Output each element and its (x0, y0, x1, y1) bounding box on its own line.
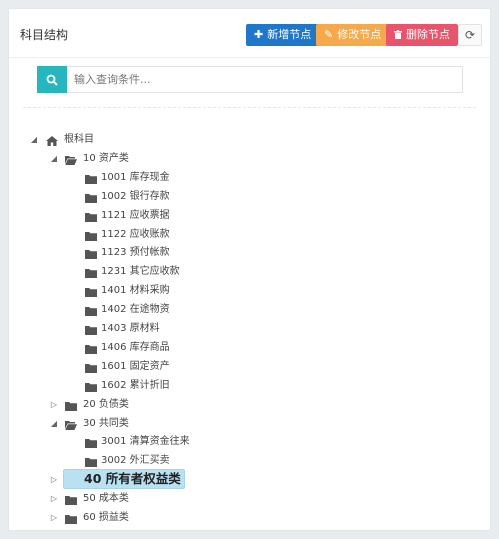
search-button[interactable] (37, 66, 67, 93)
tree-node-label: 30 共同类 (83, 418, 129, 429)
tree-node[interactable]: 1406 库存商品 (9, 339, 490, 357)
folder-icon (85, 286, 97, 297)
folder-icon (85, 362, 97, 373)
plus-icon: ✚ (254, 28, 264, 41)
search-input[interactable] (74, 67, 454, 92)
folder-icon (85, 456, 97, 467)
folder-icon (85, 192, 97, 203)
refresh-icon: ⟳ (464, 28, 476, 42)
tree-node-label: 1406 库存商品 (101, 342, 170, 353)
add-node-label: 新增节点 (267, 28, 312, 41)
tree-node-selected[interactable]: ▷ 40 所有者权益类 (9, 469, 490, 489)
tree-node[interactable]: ◢ 根科目 (9, 131, 490, 149)
panel-title: 科目结构 (20, 28, 69, 42)
folder-open-icon (65, 154, 77, 165)
tree-node[interactable]: 1001 库存现金 (9, 169, 490, 187)
tree-node-label: 1403 原材料 (101, 323, 160, 334)
panel-header: 科目结构 ✚ 新增节点 ✎ 修改节点 删除节点 ⟳ (9, 9, 490, 58)
caret-right-icon[interactable]: ▷ (49, 396, 59, 414)
tree-node-label: 3002 外汇买卖 (101, 455, 170, 466)
caret-right-icon[interactable]: ▷ (49, 490, 59, 508)
tree-node[interactable]: 1122 应收账款 (9, 226, 490, 244)
folder-icon (65, 494, 77, 505)
delete-node-label: 删除节点 (406, 28, 450, 41)
tree-node-label: 1001 库存现金 (101, 172, 170, 183)
folder-icon (85, 324, 97, 335)
caret-down-icon[interactable]: ◢ (49, 150, 59, 168)
divider (23, 107, 476, 108)
tree-node[interactable]: 1123 预付帐款 (9, 244, 490, 262)
tree-node[interactable]: ◢ 10 资产类 (9, 150, 490, 168)
folder-icon (85, 173, 97, 184)
tree-node[interactable]: ◢ 30 共同类 (9, 415, 490, 433)
tree-node-label: 1231 其它应收款 (101, 266, 180, 277)
refresh-button[interactable]: ⟳ (458, 24, 482, 46)
folder-icon (85, 230, 97, 241)
folder-icon (65, 400, 77, 411)
tree-node[interactable]: 3001 清算资金往来 (9, 433, 490, 451)
tree-node-label: 1121 应收票据 (101, 210, 170, 221)
search-box (37, 66, 463, 93)
tree-node-label: 根科目 (64, 134, 94, 145)
tree-node[interactable]: ▷ 20 负债类 (9, 396, 490, 414)
tree-node[interactable]: ▷ 50 成本类 (9, 490, 490, 508)
tree-node-label: 20 负债类 (83, 399, 129, 410)
tree-node[interactable]: ▷ 60 损益类 (9, 509, 490, 527)
trash-icon (394, 24, 402, 46)
folder-icon (85, 267, 97, 278)
folder-icon (85, 381, 97, 392)
add-node-button[interactable]: ✚ 新增节点 (246, 24, 320, 46)
tree-node[interactable]: 1602 累计折旧 (9, 377, 490, 395)
caret-down-icon[interactable]: ◢ (49, 415, 59, 433)
home-icon (46, 135, 58, 146)
tree-node[interactable]: 1121 应收票据 (9, 207, 490, 225)
tree-node-label: 1601 固定资产 (101, 361, 170, 372)
tree-node[interactable]: 1403 原材料 (9, 320, 490, 338)
tree-node-label: 1123 预付帐款 (101, 247, 170, 258)
pencil-icon: ✎ (324, 28, 334, 41)
tree-node[interactable]: 1231 其它应收款 (9, 263, 490, 281)
subject-structure-panel: 科目结构 ✚新增节点 ✎修改节点 删除节点 ⟳ ◢ 根科目 ◢ 10 资产类 1001 … (8, 8, 491, 531)
caret-down-icon[interactable]: ◢ (29, 131, 39, 149)
tree-node-label: 1122 应收账款 (101, 229, 170, 240)
edit-node-button[interactable]: ✎ 修改节点 (316, 24, 390, 46)
tree-node[interactable]: 1402 在途物资 (9, 301, 490, 319)
folder-icon (85, 343, 97, 354)
edit-node-label: 修改节点 (337, 28, 382, 41)
tree-node[interactable]: 3002 外汇买卖 (9, 452, 490, 470)
tree-node-label: 50 成本类 (83, 493, 129, 504)
tree-node-label: 1402 在途物资 (101, 304, 170, 315)
tree-node[interactable]: 1401 材料采购 (9, 282, 490, 300)
folder-icon (85, 305, 97, 316)
delete-node-button[interactable]: 删除节点 (386, 24, 458, 46)
caret-right-icon[interactable]: ▷ (49, 471, 59, 489)
tree-node-label: 40 所有者权益类 (63, 469, 185, 489)
tree-node-label: 10 资产类 (83, 153, 129, 164)
tree-node-label: 1002 银行存款 (101, 191, 170, 202)
caret-right-icon[interactable]: ▷ (49, 509, 59, 527)
tree-node[interactable]: 1002 银行存款 (9, 188, 490, 206)
tree-node[interactable]: 1601 固定资产 (9, 358, 490, 376)
tree-node-label: 3001 清算资金往来 (101, 436, 190, 447)
tree-node-label: 1602 累计折旧 (101, 380, 170, 391)
folder-icon (85, 248, 97, 259)
folder-icon (85, 437, 97, 448)
folder-icon (85, 211, 97, 222)
tree-node-label: 60 损益类 (83, 512, 129, 523)
folder-open-icon (65, 419, 77, 430)
folder-icon (65, 513, 77, 524)
tree-node-label: 1401 材料采购 (101, 285, 170, 296)
search-icon (46, 74, 58, 86)
